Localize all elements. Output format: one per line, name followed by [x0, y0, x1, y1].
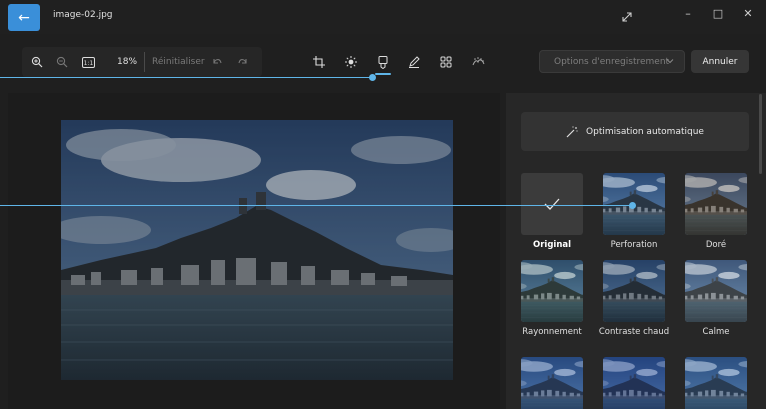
- filter-tile-contraste-chaud[interactable]: [603, 260, 665, 322]
- filter-tile-row3-2[interactable]: [603, 357, 665, 409]
- pointer-line-filters: [0, 205, 632, 206]
- arrow-left-icon: ←: [18, 9, 30, 26]
- cancel-button[interactable]: Annuler: [691, 50, 749, 73]
- zoom-in-icon[interactable]: [29, 55, 45, 69]
- maximize-button[interactable]: □: [708, 7, 728, 20]
- undo-icon[interactable]: [209, 55, 225, 69]
- filter-label-rayonnement: Rayonnement: [522, 327, 582, 337]
- save-options-label: Options d'enregistrement: [554, 56, 670, 67]
- chevron-down-icon: [666, 59, 674, 64]
- pointer-dot-toolbar: [369, 74, 376, 81]
- photo-preview: [61, 120, 453, 380]
- title-bar: [0, 0, 766, 34]
- filter-tile-row3-1[interactable]: [521, 357, 583, 409]
- filter-tile-rayonnement[interactable]: [521, 260, 583, 322]
- zoom-percent: 18%: [117, 57, 138, 67]
- toolbar-divider: [144, 52, 145, 72]
- filter-label-original: Original: [532, 240, 572, 250]
- filter-label-calme: Calme: [702, 327, 730, 337]
- zoom-out-icon[interactable]: [54, 55, 70, 69]
- filter-tile-calme[interactable]: [685, 260, 747, 322]
- svg-text:1:1: 1:1: [83, 60, 93, 67]
- back-button[interactable]: ←: [8, 4, 40, 31]
- checkmark-icon: [544, 198, 560, 210]
- actual-size-icon[interactable]: 1:1: [80, 55, 96, 69]
- auto-enhance-button[interactable]: Optimisation automatique: [521, 112, 749, 151]
- filter-icon[interactable]: [375, 55, 391, 69]
- background-blur-icon[interactable]: [470, 55, 486, 69]
- pointer-dot-filters: [629, 202, 636, 209]
- brightness-icon[interactable]: [343, 55, 359, 69]
- file-name: image-02.jpg: [53, 10, 113, 20]
- reset-button[interactable]: Réinitialiser: [152, 57, 205, 67]
- filter-label-contraste-chaud: Contraste chaud: [598, 327, 670, 337]
- filter-tile-original[interactable]: [521, 173, 583, 235]
- auto-enhance-label: Optimisation automatique: [586, 126, 704, 137]
- minimize-button[interactable]: –: [678, 7, 698, 20]
- save-options-button[interactable]: Options d'enregistrement: [539, 50, 685, 73]
- redo-icon[interactable]: [235, 55, 251, 69]
- retouch-icon[interactable]: [438, 55, 454, 69]
- panel-scrollbar[interactable]: [759, 94, 762, 174]
- filter-label-perforation: Perforation: [610, 240, 658, 250]
- expand-icon[interactable]: [617, 11, 637, 26]
- close-button[interactable]: ✕: [738, 7, 758, 20]
- crop-icon[interactable]: [311, 55, 327, 69]
- filter-tile-row3-3[interactable]: [685, 357, 747, 409]
- filter-label-dore: Doré: [705, 240, 727, 250]
- active-tool-indicator: [375, 73, 391, 75]
- pointer-line-toolbar: [0, 77, 372, 78]
- filter-tile-dore[interactable]: [685, 173, 747, 235]
- markup-icon[interactable]: [406, 55, 422, 69]
- magic-wand-icon: [566, 125, 578, 137]
